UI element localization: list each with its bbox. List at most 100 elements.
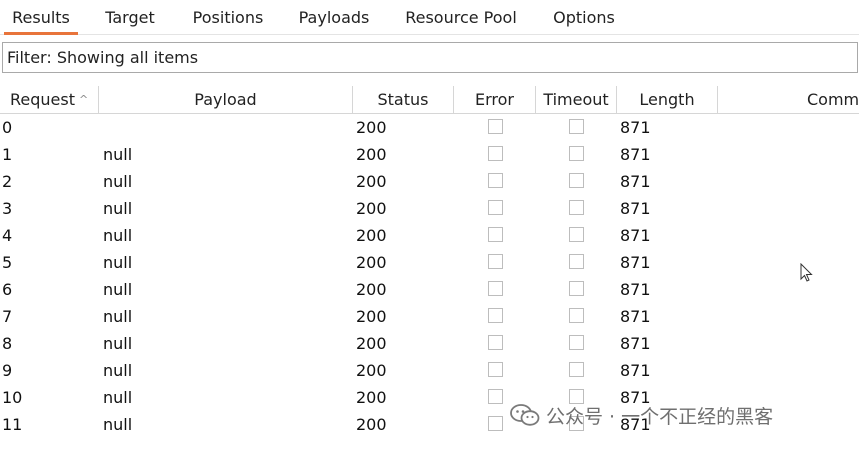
- cell-request: 0: [2, 118, 13, 137]
- table-row[interactable]: 3 null 200 871: [0, 195, 859, 222]
- cell-status: 200: [356, 388, 387, 407]
- cell-status: 200: [356, 415, 387, 434]
- cell-status: 200: [356, 361, 387, 380]
- column-header-comment[interactable]: Comm: [718, 86, 859, 114]
- cell-status: 200: [356, 145, 387, 164]
- error-checkbox[interactable]: [488, 254, 503, 269]
- timeout-checkbox[interactable]: [569, 146, 584, 161]
- tab-positions[interactable]: Positions: [180, 0, 276, 35]
- cell-payload: null: [103, 361, 133, 380]
- error-checkbox[interactable]: [488, 308, 503, 323]
- column-header-error[interactable]: Error: [454, 86, 536, 114]
- cell-length: 871: [620, 172, 651, 191]
- cell-status: 200: [356, 334, 387, 353]
- cell-length: 871: [620, 334, 651, 353]
- cell-status: 200: [356, 253, 387, 272]
- table-body: 0 200 871 1 null 200 871 2 null 200 871 3 null 200 871…: [0, 114, 859, 449]
- error-checkbox[interactable]: [488, 335, 503, 350]
- cell-request: 1: [2, 145, 13, 164]
- table-row[interactable]: 9 null 200 871: [0, 357, 859, 384]
- error-checkbox[interactable]: [488, 389, 503, 404]
- table-row[interactable]: 0 200 871: [0, 114, 859, 141]
- cell-status: 200: [356, 280, 387, 299]
- error-checkbox[interactable]: [488, 146, 503, 161]
- cell-length: 871: [620, 199, 651, 218]
- tab-resource-pool[interactable]: Resource Pool: [394, 0, 528, 35]
- cell-payload: null: [103, 253, 133, 272]
- filter-bar[interactable]: Filter: Showing all items: [2, 42, 858, 73]
- cell-request: 4: [2, 226, 13, 245]
- cell-payload: null: [103, 307, 133, 326]
- cell-payload: null: [103, 199, 133, 218]
- timeout-checkbox[interactable]: [569, 308, 584, 323]
- cell-length: 871: [620, 226, 651, 245]
- error-checkbox[interactable]: [488, 281, 503, 296]
- cell-payload: null: [103, 145, 133, 164]
- results-table: Request ^ Payload Status Error Timeout Le…: [0, 86, 859, 449]
- table-header: Request ^ Payload Status Error Timeout Le…: [0, 86, 859, 114]
- cell-payload: null: [103, 226, 133, 245]
- error-checkbox[interactable]: [488, 362, 503, 377]
- table-row[interactable]: 1 null 200 871: [0, 141, 859, 168]
- cell-request: 8: [2, 334, 13, 353]
- column-header-length[interactable]: Length: [617, 86, 718, 114]
- cell-payload: null: [103, 172, 133, 191]
- error-checkbox[interactable]: [488, 416, 503, 431]
- watermark-text: 公众号 · 一个不正经的黑客: [546, 405, 774, 428]
- table-row[interactable]: 8 null 200 871: [0, 330, 859, 357]
- tab-options[interactable]: Options: [542, 0, 626, 35]
- timeout-checkbox[interactable]: [569, 200, 584, 215]
- wechat-icon: [510, 404, 540, 426]
- error-checkbox[interactable]: [488, 173, 503, 188]
- timeout-checkbox[interactable]: [569, 281, 584, 296]
- timeout-checkbox[interactable]: [569, 119, 584, 134]
- tab-payloads[interactable]: Payloads: [289, 0, 379, 35]
- cell-length: 871: [620, 280, 651, 299]
- tab-results[interactable]: Results: [4, 0, 78, 35]
- error-checkbox[interactable]: [488, 200, 503, 215]
- timeout-checkbox[interactable]: [569, 362, 584, 377]
- table-row[interactable]: 5 null 200 871: [0, 249, 859, 276]
- cell-request: 7: [2, 307, 13, 326]
- timeout-checkbox[interactable]: [569, 335, 584, 350]
- table-row[interactable]: 7 null 200 871: [0, 303, 859, 330]
- cell-request: 10: [2, 388, 23, 407]
- cell-request: 11: [2, 415, 23, 434]
- column-header-timeout[interactable]: Timeout: [536, 86, 617, 114]
- cell-request: 6: [2, 280, 13, 299]
- cell-request: 5: [2, 253, 13, 272]
- cell-payload: null: [103, 280, 133, 299]
- mouse-cursor-icon: [800, 263, 813, 282]
- cell-length: 871: [620, 145, 651, 164]
- timeout-checkbox[interactable]: [569, 227, 584, 242]
- cell-status: 200: [356, 307, 387, 326]
- table-row[interactable]: 2 null 200 871: [0, 168, 859, 195]
- cell-length: 871: [620, 253, 651, 272]
- table-row[interactable]: 4 null 200 871: [0, 222, 859, 249]
- error-checkbox[interactable]: [488, 227, 503, 242]
- cell-payload: null: [103, 415, 133, 434]
- cell-status: 200: [356, 172, 387, 191]
- cell-status: 200: [356, 199, 387, 218]
- tab-bar: Results Target Positions Payloads Resour…: [0, 0, 859, 35]
- filter-label[interactable]: Filter: Showing all items: [7, 43, 198, 72]
- cell-length: 871: [620, 361, 651, 380]
- cell-request: 9: [2, 361, 13, 380]
- cell-length: 871: [620, 307, 651, 326]
- sort-ascending-icon: ^: [79, 93, 89, 106]
- column-header-label: Request: [10, 90, 75, 109]
- timeout-checkbox[interactable]: [569, 173, 584, 188]
- column-header-request[interactable]: Request ^: [0, 86, 99, 114]
- timeout-checkbox[interactable]: [569, 254, 584, 269]
- tab-target[interactable]: Target: [95, 0, 165, 35]
- column-header-payload[interactable]: Payload: [99, 86, 353, 114]
- error-checkbox[interactable]: [488, 119, 503, 134]
- cell-payload: null: [103, 388, 133, 407]
- cell-payload: null: [103, 334, 133, 353]
- cell-length: 871: [620, 118, 651, 137]
- column-header-status[interactable]: Status: [353, 86, 454, 114]
- cell-request: 2: [2, 172, 13, 191]
- table-row[interactable]: 6 null 200 871: [0, 276, 859, 303]
- cell-status: 200: [356, 226, 387, 245]
- cell-request: 3: [2, 199, 13, 218]
